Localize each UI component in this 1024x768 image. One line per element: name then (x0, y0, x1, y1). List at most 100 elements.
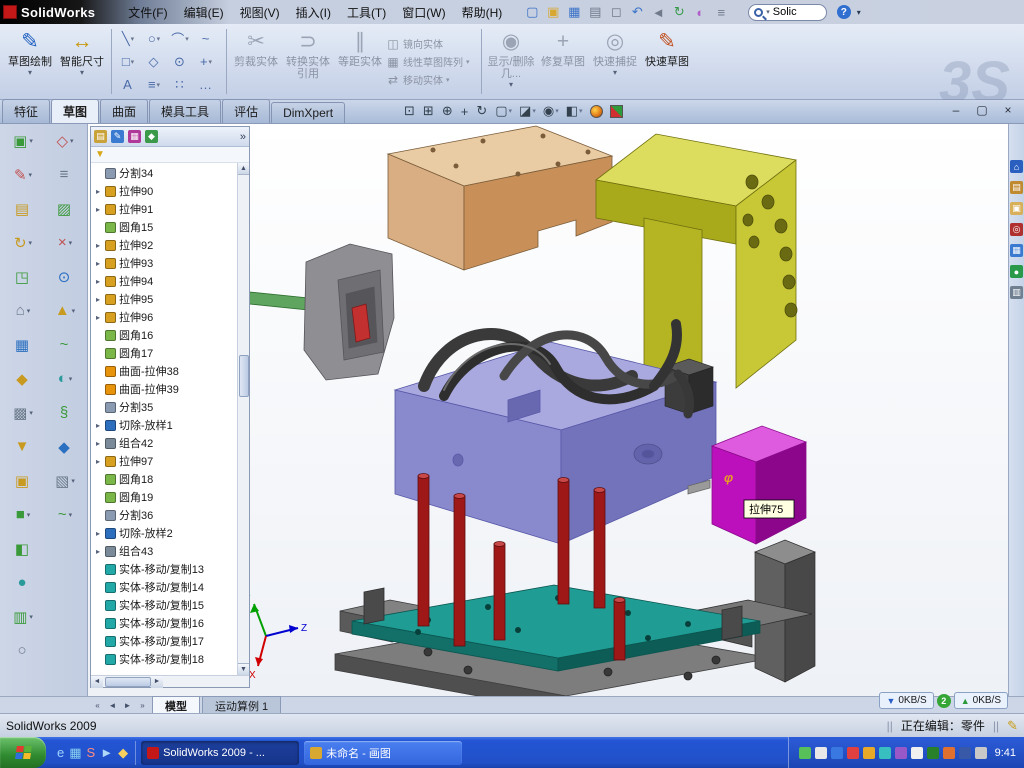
tree-item[interactable]: 分割35 (91, 398, 237, 416)
sketch-tool-button[interactable]: ◇ (141, 50, 167, 73)
view-tool-icon[interactable]: ↻ (476, 103, 488, 119)
dropdown-arrow-icon[interactable]: ▾ (69, 375, 73, 383)
quick-launch-icon[interactable]: e (57, 745, 64, 760)
tab-nav-icon[interactable]: ◄ (105, 701, 120, 710)
tree-item[interactable]: 分割36 (91, 506, 237, 524)
ribbon-button[interactable]: ∥ 等距实体 (334, 26, 386, 97)
dropdown-arrow-icon[interactable]: ▾ (613, 68, 617, 77)
tree-item[interactable]: 实体-移动/复制15 (91, 596, 237, 614)
left-toolbar-button[interactable]: ■ ▾ (4, 502, 42, 527)
tray-icon[interactable] (831, 747, 843, 759)
view-tool-icon[interactable]: + (461, 103, 470, 119)
ribbon-button[interactable]: ✂ 剪裁实体 (230, 26, 282, 97)
toolbar-icon[interactable]: ▢ (523, 3, 541, 21)
sketch-tool-button[interactable]: … (193, 73, 219, 96)
menu-item[interactable]: 帮助(H) (455, 1, 510, 24)
graphics-viewport[interactable]: φ (88, 124, 1008, 696)
left-toolbar-button[interactable]: ▩ ▾ (4, 400, 42, 425)
dropdown-arrow-icon[interactable]: ▾ (28, 68, 32, 77)
toolbar-icon[interactable]: ↻ (670, 3, 688, 21)
task-pane-icon[interactable]: ▤ (1010, 181, 1023, 194)
dropdown-arrow-icon[interactable]: ▾ (446, 76, 450, 84)
menu-item[interactable]: 编辑(E) (177, 1, 231, 24)
tree-item[interactable]: ▸ 拉伸96 (91, 308, 237, 326)
ribbon-button[interactable]: ◎ 快速捕捉 ▾ (589, 26, 641, 97)
scene-checker-icon[interactable] (610, 105, 623, 118)
dropdown-arrow-icon[interactable]: ▾ (69, 511, 73, 519)
left-toolbar-button[interactable]: × ▾ (46, 230, 84, 255)
sketch-tool-button[interactable]: A (115, 73, 141, 96)
document-tab[interactable]: 运动算例 1 (202, 696, 281, 715)
menu-item[interactable]: 文件(F) (121, 1, 174, 24)
sketch-tool-button[interactable]: + ▾ (193, 50, 219, 73)
left-toolbar-button[interactable]: ▥ ▾ (4, 604, 42, 629)
view-tool-icon[interactable]: ▢ ▾ (495, 103, 512, 119)
tree-item[interactable]: 曲面-拉伸39 (91, 380, 237, 398)
sketch-tool-button[interactable]: ≡ ▾ (141, 73, 167, 96)
ribbon-small-button[interactable]: ⇄ 移动实体 ▾ (386, 72, 478, 87)
sketch-tool-button[interactable]: □ ▾ (115, 50, 141, 73)
tab-nav-icon[interactable]: » (135, 701, 150, 710)
view-tool-icon[interactable]: ⊡ (404, 103, 416, 119)
left-toolbar-button[interactable]: ▼ (4, 434, 42, 459)
horizontal-scroll-thumb[interactable] (105, 677, 151, 687)
edit-pencil-icon[interactable]: ✎ (1007, 718, 1018, 734)
sketch-tool-button[interactable]: ╲ ▾ (115, 27, 141, 50)
tree-item[interactable]: 曲面-拉伸38 (91, 362, 237, 380)
left-toolbar-button[interactable]: ⊙ (46, 264, 84, 289)
chevron-down-icon[interactable]: ▾ (766, 8, 770, 16)
ribbon-small-button[interactable]: ▦ 线性草图阵列 ▾ (386, 54, 478, 69)
left-toolbar-button[interactable]: ◆ (4, 366, 42, 391)
dropdown-arrow-icon[interactable]: ▾ (555, 107, 559, 115)
expand-arrow-icon[interactable]: ▸ (94, 295, 102, 304)
dropdown-arrow-icon[interactable]: ▾ (579, 107, 583, 115)
quick-launch-icon[interactable]: ► (100, 745, 113, 760)
tree-item[interactable]: ▸ 拉伸90 (91, 182, 237, 200)
tree-item[interactable]: 实体-移动/复制13 (91, 560, 237, 578)
dropdown-arrow-icon[interactable]: ▾ (71, 477, 75, 485)
dropdown-arrow-icon[interactable]: ▾ (29, 239, 33, 247)
tree-item[interactable]: 圆角18 (91, 470, 237, 488)
sketch-tool-button[interactable]: ⊙ (167, 50, 193, 73)
tab-nav-icon[interactable]: « (90, 701, 105, 710)
tree-item[interactable]: 圆角15 (91, 218, 237, 236)
left-toolbar-button[interactable]: ▣ (4, 468, 42, 493)
commandmanager-tab[interactable]: 草图 (51, 99, 99, 123)
tab-nav-icon[interactable]: ► (120, 701, 135, 710)
view-tool-icon[interactable]: ◧ ▾ (566, 103, 583, 119)
left-toolbar-button[interactable]: ▨ (46, 196, 84, 221)
menu-item[interactable]: 插入(I) (289, 1, 338, 24)
dropdown-arrow-icon[interactable]: ▾ (157, 35, 161, 43)
ribbon-button[interactable]: ◉ 显示/删除几... ▾ (485, 26, 537, 97)
toolbar-icon[interactable]: ▣ (544, 3, 562, 21)
tree-item[interactable]: ▸ 切除-放样2 (91, 524, 237, 542)
ribbon-button[interactable]: ⊃ 转换实体引用 (282, 26, 334, 97)
expand-arrow-icon[interactable]: ▸ (94, 277, 102, 286)
commandmanager-tab[interactable]: DimXpert (271, 102, 345, 123)
tray-icon[interactable] (879, 747, 891, 759)
left-toolbar-button[interactable]: ✎ ▾ (4, 162, 42, 187)
left-toolbar-button[interactable]: ≡ (46, 162, 84, 187)
taskbar-task-button[interactable]: SolidWorks 2009 - ... (141, 741, 299, 765)
dropdown-arrow-icon[interactable]: ▾ (27, 307, 31, 315)
dropdown-arrow-icon[interactable]: ▾ (29, 137, 33, 145)
dropdown-arrow-icon[interactable]: ▾ (29, 409, 33, 417)
featuremanager-header-icon[interactable]: ◆ (145, 130, 158, 143)
featuremanager-header-icon[interactable]: ▤ (94, 130, 107, 143)
left-toolbar-button[interactable]: ◇ ▾ (46, 128, 84, 153)
dropdown-arrow-icon[interactable]: ▾ (509, 80, 513, 89)
dropdown-arrow-icon[interactable]: ▾ (80, 68, 84, 77)
featuremanager-header-icon[interactable]: ▦ (128, 130, 141, 143)
ribbon-button[interactable]: ✎ 草图绘制 ▾ (4, 26, 56, 97)
scroll-right-icon[interactable]: ► (151, 676, 163, 688)
ribbon-button[interactable]: ↔ 智能尺寸 ▾ (56, 26, 108, 97)
tree-item[interactable]: 实体-移动/复制17 (91, 632, 237, 650)
expand-arrow-icon[interactable]: ▸ (94, 205, 102, 214)
left-toolbar-button[interactable]: ● (4, 570, 42, 595)
dropdown-arrow-icon[interactable]: ▾ (466, 58, 470, 66)
view-tool-icon[interactable]: ◪ ▾ (519, 103, 536, 119)
taskbar-task-button[interactable]: 未命名 - 画图 (304, 741, 462, 765)
left-toolbar-button[interactable]: ↻ ▾ (4, 230, 42, 255)
task-pane-icon[interactable]: ⌂ (1010, 160, 1023, 173)
left-toolbar-button[interactable]: ▤ (4, 196, 42, 221)
